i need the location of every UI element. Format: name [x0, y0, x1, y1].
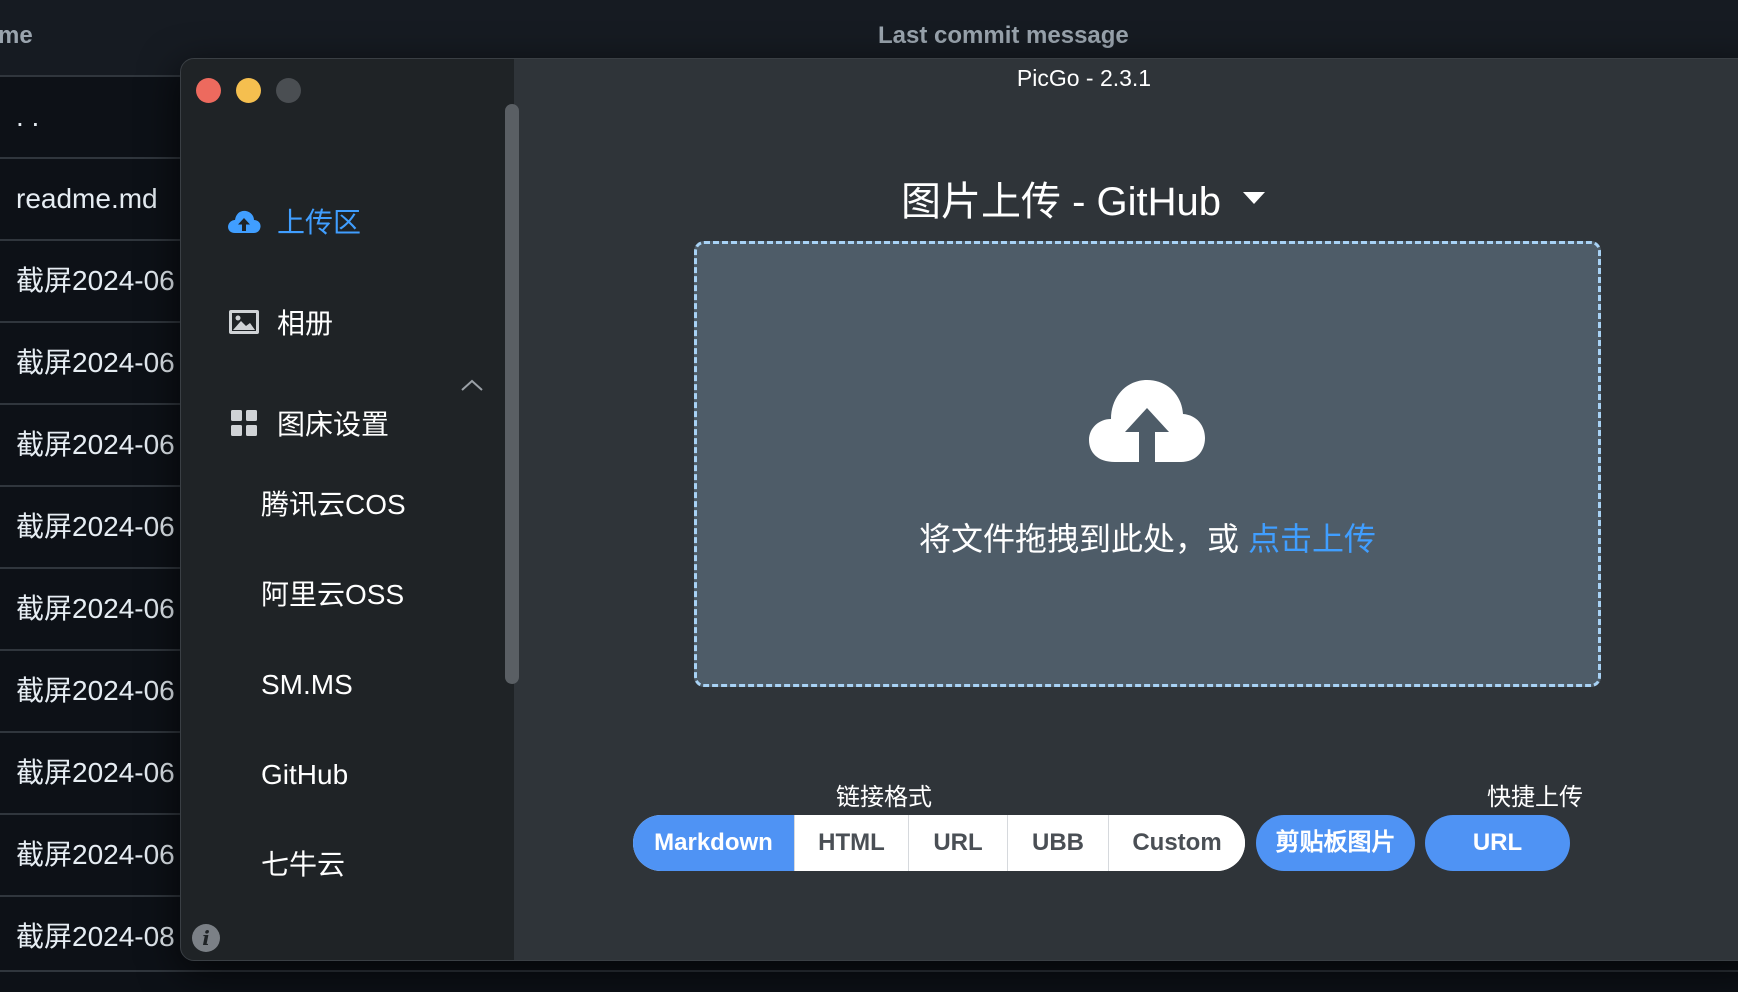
page-title[interactable]: 图片上传 - GitHub [514, 169, 1654, 227]
format-custom-button[interactable]: Custom [1109, 815, 1245, 871]
format-html-button[interactable]: HTML [795, 815, 909, 871]
click-upload-link[interactable]: 点击上传 [1248, 521, 1376, 557]
chevron-up-icon[interactable] [459, 375, 485, 395]
sidebar-item-label: 上传区 [277, 207, 362, 238]
sidebar-item-album[interactable]: 相册 [227, 302, 333, 342]
sidebar-item-label: 图床设置 [277, 409, 390, 440]
link-format-label: 链接格式 [836, 784, 932, 811]
picgo-window: 上传区 相册 图床设置 腾讯云COS 阿里云OSS SM.MS GitHub 七… [180, 58, 1738, 961]
sidebar-subitem-qiniu[interactable]: 七牛云 [261, 845, 345, 885]
sidebar: 上传区 相册 图床设置 腾讯云COS 阿里云OSS SM.MS GitHub 七… [181, 59, 519, 960]
format-ubb-button[interactable]: UBB [1008, 815, 1109, 871]
sidebar-item-upload[interactable]: 上传区 [227, 201, 361, 241]
url-upload-button[interactable]: URL [1425, 815, 1570, 871]
upload-panel: PicGo - 2.3.1 图片上传 - GitHub 将文件拖拽到此处，或 点… [514, 59, 1738, 960]
dropzone-text: 将文件拖拽到此处，或 点击上传 [697, 514, 1598, 560]
sidebar-item-image-host-settings[interactable]: 图床设置 [227, 403, 389, 443]
page-title-text: 图片上传 - GitHub [900, 180, 1222, 224]
upload-dropzone[interactable]: 将文件拖拽到此处，或 点击上传 [694, 241, 1601, 687]
sidebar-subitem-github[interactable]: GitHub [261, 755, 348, 795]
minimize-window-button[interactable] [236, 78, 261, 103]
dropzone-hint: 将文件拖拽到此处，或 [919, 521, 1240, 557]
name-column-header: me [0, 22, 33, 49]
caret-down-icon[interactable] [1241, 190, 1267, 206]
sidebar-subitem-tencent-cos[interactable]: 腾讯云COS [261, 485, 406, 525]
close-window-button[interactable] [196, 78, 221, 103]
format-markdown-button[interactable]: Markdown [633, 815, 795, 871]
window-title: PicGo - 2.3.1 [1016, 65, 1152, 91]
sidebar-subitem-smms[interactable]: SM.MS [261, 665, 353, 705]
clipboard-image-upload-button[interactable]: 剪贴板图片 [1256, 815, 1415, 871]
image-icon [227, 305, 261, 339]
grid-icon [227, 406, 261, 440]
info-icon[interactable]: i [192, 924, 220, 952]
format-url-button[interactable]: URL [909, 815, 1008, 871]
cloud-upload-icon [227, 204, 261, 238]
cloud-upload-icon [1089, 380, 1205, 462]
sidebar-subitem-aliyun-oss[interactable]: 阿里云OSS [261, 575, 404, 615]
sidebar-item-label: 相册 [277, 308, 334, 339]
bottom-divider [0, 970, 1738, 992]
maximize-window-button[interactable] [276, 78, 301, 103]
quick-upload-label: 快捷上传 [1487, 784, 1583, 811]
link-format-group: Markdown HTML URL UBB Custom [633, 815, 1245, 871]
commit-column-header: Last commit message [878, 22, 1129, 49]
